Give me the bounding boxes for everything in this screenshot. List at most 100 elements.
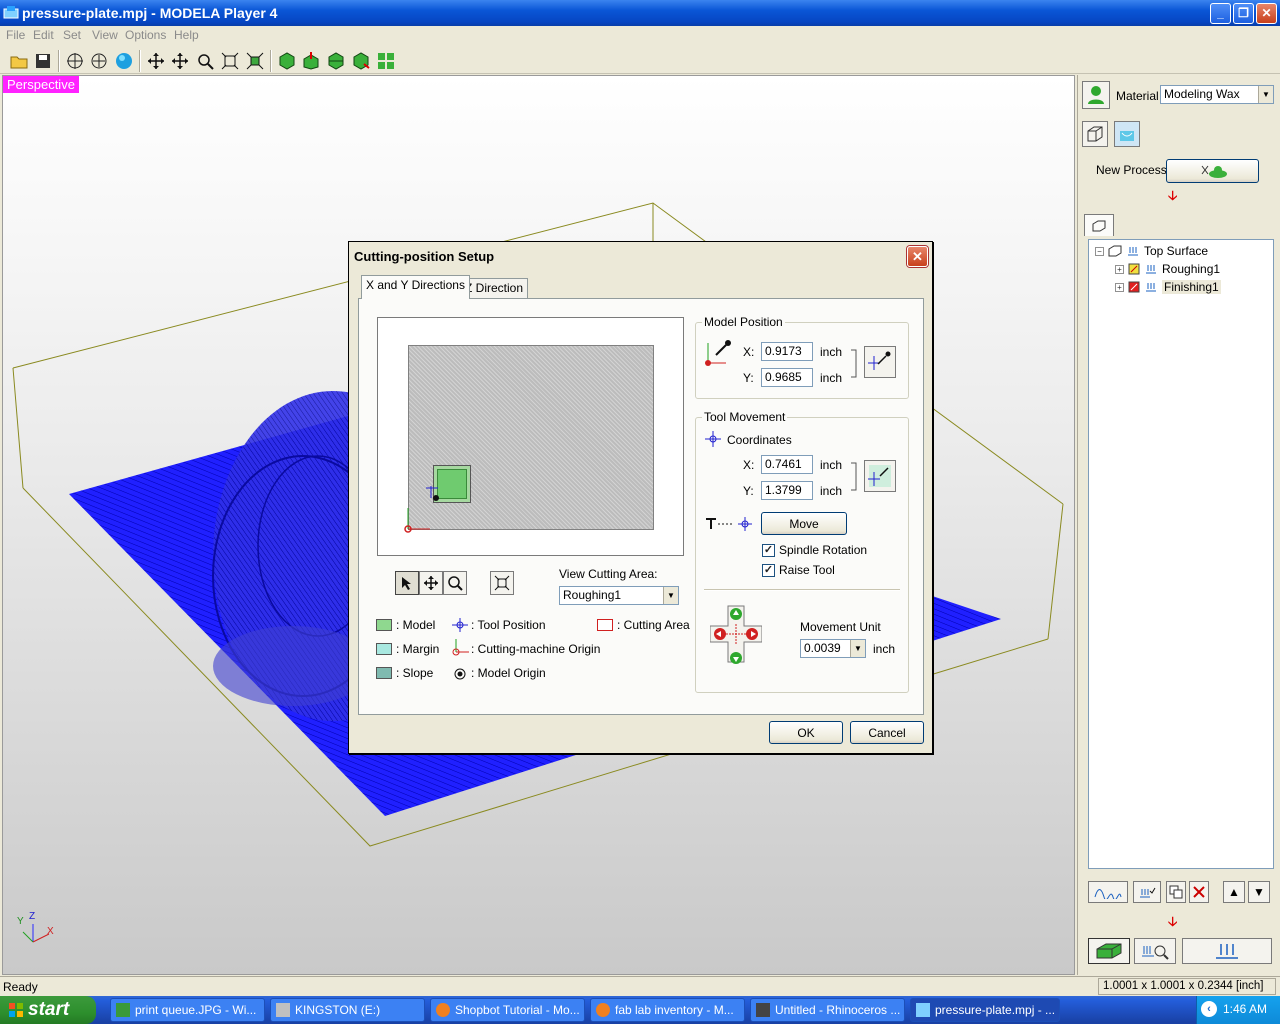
green-cube-icon[interactable] — [276, 50, 298, 72]
pan-icon[interactable] — [169, 50, 191, 72]
tool-position-icon — [452, 618, 468, 632]
chevron-down-icon: ▼ — [1258, 86, 1273, 103]
tile-layout-icon[interactable] — [375, 50, 397, 72]
new-process-button[interactable] — [1166, 159, 1259, 183]
menu-view[interactable]: View — [92, 28, 118, 42]
tool-y-label: Y: — [743, 484, 754, 498]
open-folder-icon[interactable] — [8, 50, 30, 72]
legend-model-origin: : Model Origin — [471, 666, 546, 680]
wire-box-icon[interactable] — [1082, 121, 1108, 147]
process-check-icon[interactable] — [1133, 881, 1161, 903]
menu-edit[interactable]: Edit — [33, 28, 54, 42]
fit-view-icon[interactable] — [490, 571, 514, 595]
cancel-button[interactable]: Cancel — [850, 721, 924, 744]
window-title: pressure-plate.mpj - MODELA Player 4 — [22, 5, 278, 21]
maximize-button[interactable]: ❐ — [1233, 3, 1254, 24]
material-select[interactable]: Modeling Wax ▼ — [1160, 85, 1274, 104]
view-cutting-area-value: Roughing1 — [563, 588, 622, 602]
view-cutting-area-select[interactable]: Roughing1 ▼ — [559, 586, 679, 605]
tool-x-input[interactable]: 0.7461 — [761, 455, 813, 474]
ok-button[interactable]: OK — [769, 721, 843, 744]
tree-item-roughing[interactable]: + Roughing1 — [1115, 262, 1220, 276]
status-text: Ready — [3, 980, 38, 994]
stack-icon — [1108, 245, 1122, 257]
model-x-input[interactable]: 0.9173 — [761, 342, 813, 361]
path-wave-icon[interactable] — [1088, 881, 1128, 903]
fit-model-icon[interactable] — [244, 50, 266, 72]
tree-item-finishing[interactable]: + Finishing1 — [1115, 280, 1221, 294]
spindle-rotation-label: Spindle Rotation — [779, 543, 868, 557]
menu-set[interactable]: Set — [63, 28, 81, 42]
rhino-icon — [756, 1003, 770, 1017]
cube-stack-icon[interactable] — [325, 50, 347, 72]
coordinates-label: Coordinates — [727, 433, 792, 447]
task-shopbot[interactable]: Shopbot Tutorial - Mo... — [430, 998, 585, 1022]
view-crosshair-icon[interactable] — [64, 50, 86, 72]
expand-icon[interactable]: + — [1115, 264, 1124, 274]
cutting-preview[interactable] — [377, 317, 684, 556]
process-tree[interactable]: − Top Surface + Roughing1 + Finishing1 — [1088, 239, 1274, 869]
tool-y-unit: inch — [820, 484, 843, 498]
user-icon[interactable] — [1082, 81, 1110, 109]
surface-mode-icon[interactable] — [1114, 121, 1140, 147]
move-down-icon[interactable]: ▼ — [1248, 881, 1270, 903]
delete-icon[interactable] — [1189, 881, 1209, 903]
task-kingston[interactable]: KINGSTON (E:) — [270, 998, 425, 1022]
model-y-unit: inch — [820, 371, 843, 385]
select-arrow-icon[interactable] — [395, 571, 419, 595]
view-target-icon[interactable] — [88, 50, 110, 72]
tree-tab[interactable] — [1084, 214, 1114, 236]
copy-icon[interactable] — [1166, 881, 1186, 903]
menu-options[interactable]: Options — [125, 28, 166, 42]
task-print-queue[interactable]: print queue.JPG - Wi... — [110, 998, 265, 1022]
move-up-icon[interactable]: ▲ — [1223, 881, 1245, 903]
minimize-button[interactable]: _ — [1210, 3, 1231, 24]
render-sphere-icon[interactable] — [113, 50, 135, 72]
raise-tool-checkbox[interactable]: ✓ — [762, 564, 775, 577]
menu-file[interactable]: File — [6, 28, 25, 42]
close-button[interactable]: ✕ — [1256, 3, 1277, 24]
dialog-close-button[interactable]: ✕ — [907, 246, 928, 267]
tool-y-input[interactable]: 1.3799 — [761, 481, 813, 500]
pan-icon[interactable] — [419, 571, 443, 595]
tree-item-top-surface[interactable]: − Top Surface — [1095, 244, 1208, 258]
cube-arrow-icon[interactable] — [350, 50, 372, 72]
chevron-down-icon: ▼ — [850, 640, 865, 657]
new-process-icon — [1201, 165, 1227, 178]
legend-tool-position: : Tool Position — [471, 618, 546, 632]
start-button[interactable]: start — [0, 996, 96, 1024]
task-modela[interactable]: pressure-plate.mpj - ... — [910, 998, 1060, 1022]
finishing-status-icon — [1128, 281, 1140, 293]
chevron-left-icon[interactable]: ‹ — [1201, 1001, 1217, 1017]
margin-swatch — [376, 643, 392, 655]
menu-help[interactable]: Help — [174, 28, 199, 42]
cutting-box-icon[interactable] — [1088, 938, 1130, 964]
model-position-apply-icon[interactable] — [864, 346, 896, 378]
task-inventory[interactable]: fab lab inventory - M... — [590, 998, 745, 1022]
tab-xy-directions[interactable]: X and Y Directions — [361, 275, 470, 299]
model-y-input[interactable]: 0.9685 — [761, 368, 813, 387]
save-icon[interactable] — [32, 50, 54, 72]
cube-down-icon[interactable] — [300, 50, 322, 72]
stack-icon — [1092, 220, 1106, 231]
model-x-label: X: — [743, 345, 755, 359]
rotate-icon[interactable] — [145, 50, 167, 72]
task-rhinoceros[interactable]: Untitled - Rhinoceros ... — [750, 998, 905, 1022]
tool-position-apply-icon[interactable] — [864, 460, 896, 492]
zoom-icon[interactable] — [194, 50, 216, 72]
zoom-icon[interactable] — [443, 571, 467, 595]
spindle-rotation-checkbox[interactable]: ✓ — [762, 544, 775, 557]
jog-pad[interactable] — [710, 600, 762, 676]
legend-machine-origin: : Cutting-machine Origin — [471, 642, 601, 656]
collapse-icon[interactable]: − — [1095, 246, 1104, 256]
preview-search-icon[interactable] — [1134, 938, 1176, 964]
tool-movement-group: Tool Movement Coordinates X: 0.7461 inch… — [695, 410, 909, 693]
expand-icon[interactable]: + — [1115, 282, 1124, 292]
movement-unit-value: 0.0039 — [804, 641, 841, 655]
movement-unit-select[interactable]: 0.0039 ▼ — [800, 639, 866, 658]
clock: 1:46 AM — [1223, 1002, 1268, 1016]
cut-output-icon[interactable] — [1182, 938, 1272, 964]
move-button[interactable]: Move — [761, 512, 847, 535]
tab-z-direction[interactable]: Z Direction — [460, 278, 529, 298]
fit-view-icon[interactable] — [219, 50, 241, 72]
